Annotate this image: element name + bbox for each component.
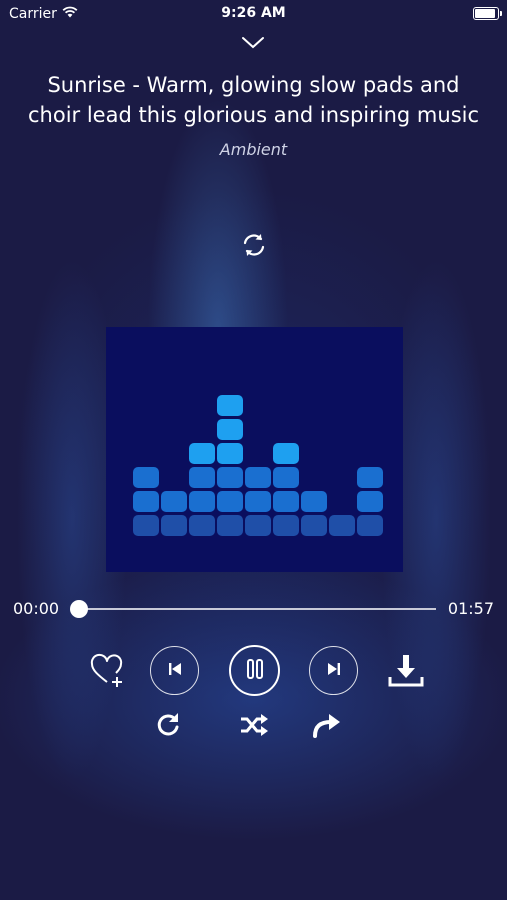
equalizer-block xyxy=(161,491,187,512)
elapsed-time: 00:00 xyxy=(13,599,60,618)
equalizer-block xyxy=(217,515,243,536)
equalizer-block xyxy=(273,443,299,464)
equalizer-block xyxy=(217,419,243,440)
equalizer-block xyxy=(133,491,159,512)
equalizer-block xyxy=(133,515,159,536)
equalizer-block xyxy=(245,467,271,488)
equalizer-block xyxy=(217,443,243,464)
equalizer-block xyxy=(189,515,215,536)
equalizer-block xyxy=(245,491,271,512)
equalizer-block xyxy=(245,515,271,536)
status-bar: Carrier 9:26 AM xyxy=(0,0,507,28)
equalizer-block xyxy=(357,467,383,488)
chevron-down-icon[interactable] xyxy=(241,33,265,53)
share-arrow-icon[interactable] xyxy=(311,710,343,740)
skip-previous-icon xyxy=(166,660,184,682)
equalizer-block xyxy=(301,515,327,536)
equalizer-graphic xyxy=(133,395,383,536)
equalizer-block xyxy=(217,395,243,416)
next-button[interactable] xyxy=(309,646,358,695)
replay-icon[interactable] xyxy=(153,710,183,740)
previous-button[interactable] xyxy=(150,646,199,695)
album-art xyxy=(106,327,403,572)
clock: 9:26 AM xyxy=(221,5,286,21)
equalizer-block xyxy=(273,515,299,536)
equalizer-block xyxy=(273,467,299,488)
total-duration: 01:57 xyxy=(447,599,494,618)
equalizer-block xyxy=(329,515,355,536)
battery-icon xyxy=(473,7,502,20)
equalizer-block xyxy=(357,491,383,512)
download-icon[interactable] xyxy=(386,651,426,691)
track-genre: Ambient xyxy=(219,140,288,159)
heart-plus-icon[interactable] xyxy=(88,651,128,691)
shuffle-icon[interactable] xyxy=(238,710,270,740)
equalizer-block xyxy=(189,491,215,512)
track-title: Sunrise - Warm, glowing slow pads and ch… xyxy=(27,73,480,127)
equalizer-block xyxy=(357,515,383,536)
equalizer-block xyxy=(133,467,159,488)
equalizer-block xyxy=(189,443,215,464)
pause-button[interactable] xyxy=(229,645,280,696)
equalizer-block xyxy=(217,491,243,512)
equalizer-block xyxy=(161,515,187,536)
equalizer-block xyxy=(217,467,243,488)
progress-knob[interactable] xyxy=(70,600,88,618)
refresh-icon[interactable] xyxy=(240,231,268,259)
equalizer-block xyxy=(189,467,215,488)
skip-next-icon xyxy=(325,660,343,682)
equalizer-block xyxy=(273,491,299,512)
pause-icon xyxy=(244,658,266,684)
progress-track[interactable] xyxy=(78,608,436,610)
equalizer-block xyxy=(301,491,327,512)
